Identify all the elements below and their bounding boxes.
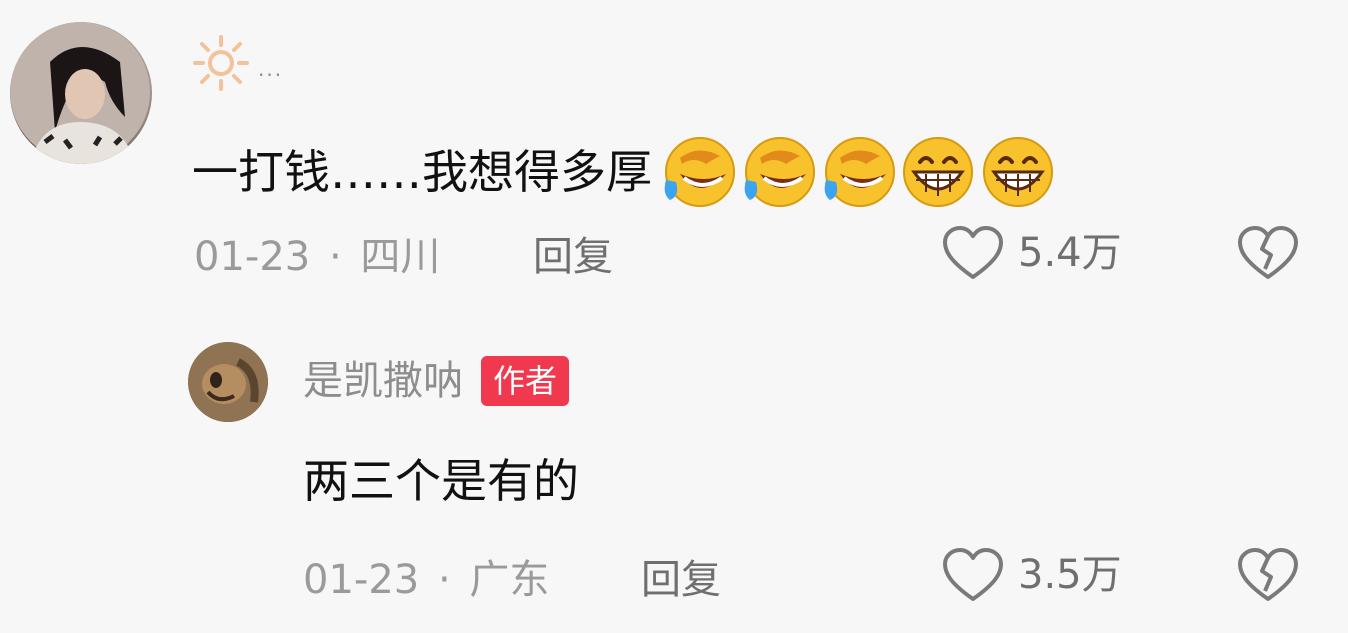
like-button[interactable]: 3.5万 [942,547,1122,603]
author-username[interactable]: 是凯撒呐 [303,361,463,401]
author-name-row: 是凯撒呐 作者 [303,356,570,406]
like-count: 5.4万 [1018,230,1122,276]
comment-location: 四川 [360,234,441,280]
commenter-name-area[interactable]: ... [192,34,283,92]
dislike-button[interactable] [1237,547,1299,607]
reply-text: 两三个是有的 [303,454,579,508]
laughing-tears-emoji [824,137,895,207]
heart-icon [943,226,1003,279]
broken-heart-icon [1238,226,1298,279]
avatar-portrait [10,22,150,164]
laughing-tears-emoji [664,137,735,207]
reply-button[interactable]: 回复 [533,237,613,277]
heart-icon [943,548,1003,601]
reply-meta: 01-23 · 广东 [303,560,549,600]
grinning-emoji [903,137,973,207]
comment-date: 01-23 [194,234,311,280]
author-badge: 作者 [481,356,570,406]
username-dots: ... [258,57,284,81]
meta-separator: · [437,557,451,603]
comment-meta: 01-23 · 四川 [194,237,440,277]
laughing-tears-emoji [744,137,815,207]
emoji-row [660,134,1056,210]
meta-separator: · [328,234,342,280]
reply-button[interactable]: 回复 [641,560,721,600]
sun-icon [193,35,249,91]
like-count: 3.5万 [1018,552,1122,598]
author-avatar[interactable] [188,342,268,422]
reply-location: 广东 [469,557,550,603]
broken-heart-icon [1238,548,1298,601]
commenter-avatar[interactable] [10,22,152,164]
grinning-emoji [983,137,1053,207]
dislike-button[interactable] [1237,225,1299,285]
comment-text: 一打钱……我想得多厚 [192,145,652,199]
comment-body: 一打钱……我想得多厚 [192,134,1056,210]
avatar-animal [188,342,268,422]
like-button[interactable]: 5.4万 [942,225,1122,281]
reply-date: 01-23 [303,557,420,603]
